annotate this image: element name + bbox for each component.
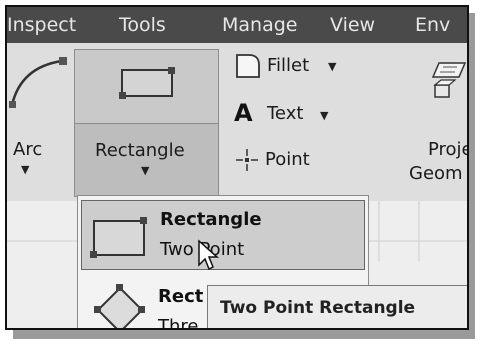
text-a-icon: A [234, 99, 253, 127]
menu-bar: Inspect Tools Manage View Env [7, 7, 467, 43]
rectangle-button-bottom[interactable]: Rectangle ▼ [75, 124, 218, 196]
rectangle-three-point-icon [94, 284, 145, 328]
project-geometry-icon [431, 62, 467, 98]
ribbon-panel: Arc ▼ Rectangle ▼ Fillet ▼ A Text ▼ Poin… [7, 43, 467, 201]
point-icon [236, 149, 258, 171]
menu-manage[interactable]: Manage [222, 7, 297, 43]
arc-label: Arc [13, 139, 43, 160]
arc-dropdown-arrow-icon: ▼ [21, 163, 30, 176]
mouse-cursor-icon [198, 239, 219, 271]
project-geometry-label-line1: Proje [428, 139, 469, 160]
rectangle-dropdown-arrow-icon: ▼ [141, 164, 150, 177]
fillet-dropdown-arrow-icon: ▼ [328, 60, 337, 73]
point-label: Point [265, 149, 310, 170]
dropdown-item-title: Rect [158, 286, 204, 307]
rectangle-two-point-icon [90, 217, 147, 258]
dropdown-item-title: Rectangle [160, 209, 262, 230]
fillet-icon [236, 54, 260, 78]
menu-view[interactable]: View [330, 7, 375, 43]
text-label: Text [267, 103, 304, 124]
arc-icon [9, 57, 67, 108]
menu-inspect[interactable]: Inspect [7, 7, 76, 43]
rectangle-icon [119, 67, 175, 99]
screenshot-frame: Inspect Tools Manage View Env Arc ▼ Rect… [5, 5, 469, 330]
tooltip: Two Point Rectangle [207, 285, 467, 328]
menu-environments[interactable]: Env [415, 7, 450, 43]
dropdown-item-rectangle-two-point[interactable]: Rectangle Two Point [81, 200, 365, 270]
dropdown-item-subtitle: Thre [158, 316, 199, 330]
project-geometry-label-line2: Geom [409, 163, 463, 184]
menu-tools[interactable]: Tools [119, 7, 166, 43]
fillet-label: Fillet [267, 55, 310, 76]
text-dropdown-arrow-icon: ▼ [320, 109, 329, 122]
rectangle-split-button[interactable]: Rectangle ▼ [74, 49, 219, 197]
rectangle-label: Rectangle [95, 140, 185, 161]
rectangle-button-top[interactable] [75, 50, 218, 124]
